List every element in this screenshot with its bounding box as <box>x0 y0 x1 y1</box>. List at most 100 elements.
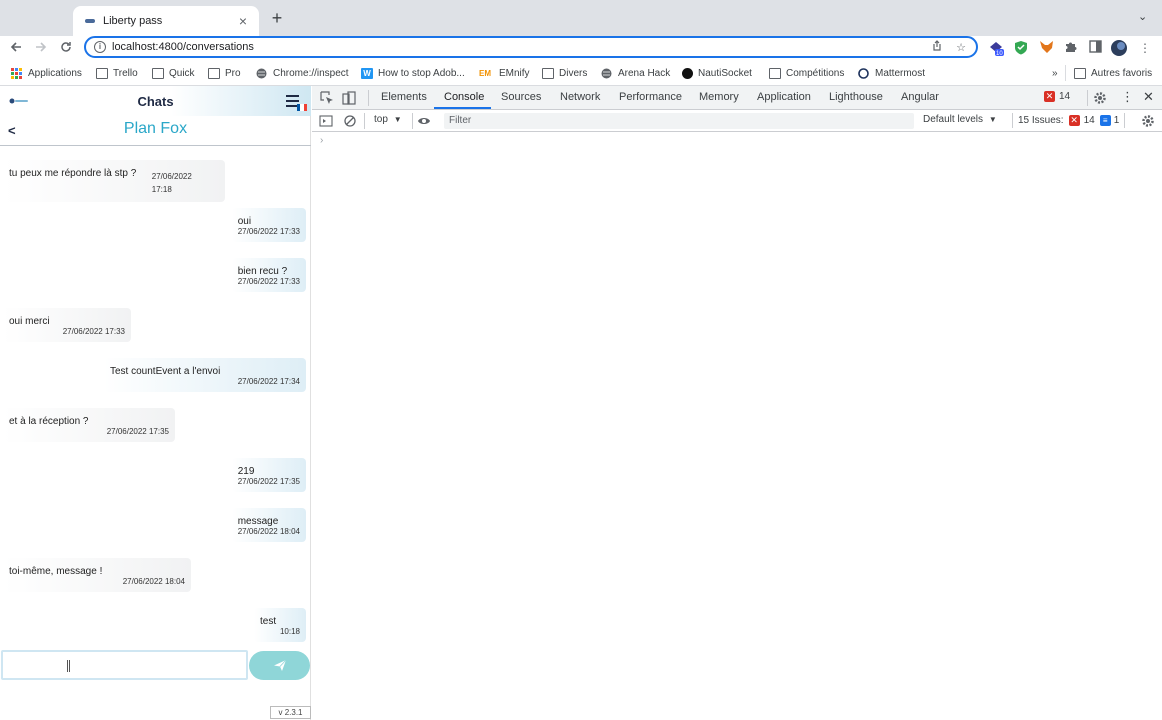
tab-elements[interactable]: Elements <box>381 91 427 103</box>
inspect-element-icon[interactable] <box>320 91 334 105</box>
bookmarks-overflow-icon[interactable]: » <box>1052 65 1058 81</box>
devtools-separator <box>368 90 369 106</box>
issues-info-count: 1 <box>1113 115 1120 126</box>
mattermost-icon <box>858 67 870 79</box>
bookmark-trello[interactable]: Trello <box>96 65 138 81</box>
site-info-icon[interactable]: i <box>94 41 106 53</box>
devtools-separator <box>1087 90 1088 106</box>
bookmark-how-to-stop-adobe[interactable]: W How to stop Adob... <box>361 65 465 81</box>
tab-close-icon[interactable]: × <box>235 13 251 29</box>
message-bubble-outgoing: Test countEvent a l'envoi 27/06/2022 17:… <box>104 358 306 392</box>
tab-performance[interactable]: Performance <box>619 91 682 103</box>
em-logo-icon: EM <box>479 68 491 78</box>
extension-badge-icon[interactable]: 10 <box>988 40 1004 57</box>
message-time: 27/06/2022 17:33 <box>237 227 300 236</box>
console-prompt-chevron[interactable]: › <box>320 135 323 146</box>
bookmark-mattermost[interactable]: Mattermost <box>858 65 925 81</box>
devtools-separator <box>412 113 413 129</box>
message-bubble-outgoing: test 10:18 <box>254 608 306 642</box>
log-levels-value: Default levels <box>923 114 984 125</box>
conversation-header: < Plan Fox <box>0 116 311 146</box>
tab-search-chevron-icon[interactable]: ⌄ <box>1138 10 1147 23</box>
nauti-logo-icon <box>682 67 693 79</box>
bookmark-divers[interactable]: Divers <box>542 65 587 81</box>
tab-memory[interactable]: Memory <box>699 91 739 103</box>
bookmark-emnify[interactable]: EM EMnify <box>479 65 530 81</box>
message-bubble-incoming: tu peux me répondre là stp ? 27/06/2022 … <box>3 160 225 202</box>
devtools-close-icon[interactable]: ✕ <box>1143 89 1154 105</box>
bookmark-label: Autres favoris <box>1091 67 1153 79</box>
url-text[interactable]: localhost:4800/conversations <box>112 41 928 53</box>
tab-application[interactable]: Application <box>757 91 811 103</box>
reload-icon[interactable] <box>56 38 76 58</box>
tab-angular[interactable]: Angular <box>901 91 939 103</box>
browser-toolbar: i localhost:4800/conversations ☆ 10 ⋮ <box>0 36 1162 61</box>
w-logo-icon: W <box>361 67 373 79</box>
browser-menu-icon[interactable]: ⋮ <box>1137 40 1153 56</box>
console-settings-gear-icon[interactable] <box>1141 114 1155 128</box>
apps-grid-icon <box>11 67 23 79</box>
forward-arrow-icon[interactable] <box>31 38 51 58</box>
message-bubble-outgoing: bien recu ? 27/06/2022 17:33 <box>231 258 306 292</box>
side-panel-icon[interactable] <box>1087 40 1103 56</box>
settings-gear-icon[interactable] <box>1093 91 1107 105</box>
message-list[interactable]: tu peux me répondre là stp ? 27/06/2022 … <box>0 147 311 647</box>
sidebar-toggle-icon[interactable] <box>319 114 333 128</box>
bookmark-pro[interactable]: Pro <box>208 65 241 81</box>
tab-lighthouse[interactable]: Lighthouse <box>829 91 883 103</box>
folder-icon <box>152 67 164 79</box>
bookmark-applications[interactable]: Applications <box>11 65 82 81</box>
back-arrow-icon[interactable] <box>6 38 26 58</box>
folder-icon <box>96 67 108 79</box>
shield-extension-icon[interactable] <box>1013 40 1029 56</box>
globe-icon <box>256 68 268 79</box>
log-levels-dropdown[interactable]: Default levels ▼ <box>923 114 997 125</box>
browser-tab[interactable]: Liberty pass × <box>73 6 259 36</box>
clear-console-icon[interactable] <box>343 114 357 128</box>
bookmark-label: EMnify <box>499 67 530 79</box>
message-time: 27/06/2022 17:35 <box>237 477 300 486</box>
context-select[interactable]: top ▼ <box>374 114 402 125</box>
bookmark-label: Applications <box>28 67 82 79</box>
message-bubble-incoming: toi-même, message ! 27/06/2022 18:04 <box>3 558 191 592</box>
bookmark-quick[interactable]: Quick <box>152 65 195 81</box>
extensions-puzzle-icon[interactable] <box>1062 40 1078 56</box>
error-icon: ✕ <box>1044 91 1055 102</box>
share-icon[interactable] <box>928 40 946 54</box>
issues-error-count: 14 <box>1083 115 1095 126</box>
liberty-pass-favicon-icon <box>85 19 95 23</box>
folder-icon <box>1074 67 1086 79</box>
bookmark-competitions[interactable]: Compétitions <box>769 65 844 81</box>
conversation-title: Plan Fox <box>123 120 188 137</box>
bookmark-nautisocket[interactable]: NautiSocket <box>682 65 752 81</box>
devtools-more-icon[interactable]: ⋮ <box>1121 89 1134 105</box>
french-flag-icon[interactable] <box>297 104 307 111</box>
bookmark-other-favorites[interactable]: Autres favoris <box>1065 65 1152 81</box>
message-bubble-incoming: et à la réception ? 27/06/2022 17:35 <box>3 408 175 442</box>
live-expression-eye-icon[interactable] <box>417 114 431 128</box>
fox-extension-icon[interactable] <box>1038 40 1054 56</box>
send-button[interactable] <box>249 651 310 680</box>
devtools-tab-bar: Elements Console Sources Network Perform… <box>312 86 1162 110</box>
console-toolbar: top ▼ Filter Default levels ▼ 15 Issues:… <box>312 110 1162 132</box>
error-counter[interactable]: ✕ 14 <box>1044 91 1070 102</box>
bookmark-chrome-inspect[interactable]: Chrome://inspect <box>256 65 349 81</box>
tab-network[interactable]: Network <box>560 91 600 103</box>
address-bar[interactable]: i localhost:4800/conversations ☆ <box>84 36 978 58</box>
console-filter-input[interactable]: Filter <box>444 113 914 129</box>
new-tab-button[interactable]: + <box>268 8 286 28</box>
info-message-icon: ≡ <box>1099 115 1111 126</box>
tab-sources[interactable]: Sources <box>501 91 541 103</box>
issues-counter[interactable]: 15 Issues: ✕ 14 ≡ 1 <box>1012 113 1126 128</box>
message-input[interactable] <box>1 650 248 680</box>
bookmarks-bar: Applications Trello Quick Pro Chrome://i… <box>0 61 1162 83</box>
app-title: Chats <box>137 94 174 109</box>
bookmark-star-icon[interactable]: ☆ <box>952 41 970 54</box>
bookmark-arena-hack[interactable]: Arena Hack <box>601 65 670 81</box>
bookmark-label: How to stop Adob... <box>378 67 465 79</box>
bookmark-label: Mattermost <box>875 67 926 79</box>
device-toolbar-icon[interactable] <box>342 91 356 105</box>
tab-console[interactable]: Console <box>444 91 484 103</box>
bookmark-label: Divers <box>559 67 588 79</box>
profile-avatar[interactable] <box>1111 40 1127 56</box>
